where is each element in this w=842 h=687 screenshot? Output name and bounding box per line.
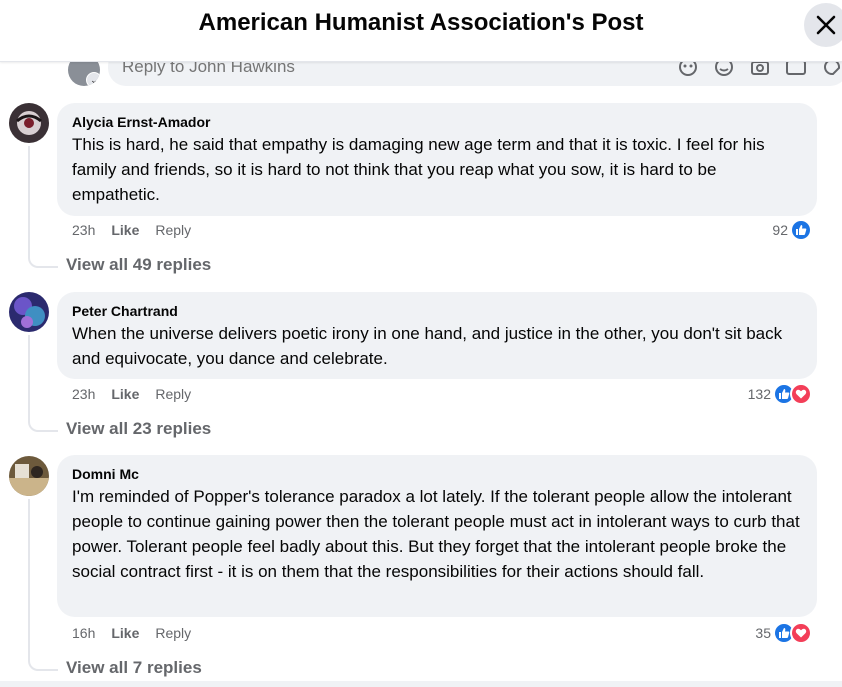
love-reaction-icon — [790, 383, 812, 405]
view-replies-link[interactable]: View all 23 replies — [66, 419, 211, 439]
reaction-summary[interactable]: 35 — [755, 622, 812, 644]
comment-text: I'm reminded of Popper's tolerance parad… — [72, 487, 800, 581]
close-icon — [816, 15, 836, 35]
like-button[interactable]: Like — [111, 222, 139, 238]
reaction-summary[interactable]: 92 — [772, 219, 812, 241]
view-replies-link[interactable]: View all 49 replies — [66, 255, 211, 275]
thread-line — [28, 335, 30, 419]
reply-button[interactable]: Reply — [155, 625, 191, 641]
reaction-count: 92 — [772, 222, 788, 238]
comment-bubble: Alycia Ernst-Amador This is hard, he sai… — [57, 103, 817, 216]
avatar[interactable] — [9, 456, 49, 496]
reaction-summary[interactable]: 132 — [748, 383, 812, 405]
thread-connector — [28, 655, 58, 671]
comment-time[interactable]: 23h — [72, 222, 95, 238]
reaction-count: 35 — [755, 625, 771, 641]
close-button[interactable] — [804, 3, 842, 47]
comment-actions: 16h Like Reply — [72, 625, 191, 641]
thread-connector — [28, 416, 58, 432]
post-title: American Humanist Association's Post — [198, 9, 644, 36]
comment-actions: 23h Like Reply — [72, 386, 191, 402]
comment-actions: 23h Like Reply — [72, 222, 191, 238]
chevron-down-icon[interactable]: ⌄ — [86, 72, 100, 86]
view-replies-link[interactable]: View all 7 replies — [66, 658, 202, 678]
avatar[interactable] — [9, 103, 49, 143]
comment-text: When the universe delivers poetic irony … — [72, 324, 783, 368]
comment-author[interactable]: Peter Chartrand — [72, 302, 803, 320]
love-reaction-icon — [790, 622, 812, 644]
avatar[interactable] — [9, 292, 49, 332]
comment-bubble: Peter Chartrand When the universe delive… — [57, 292, 817, 379]
reaction-count: 132 — [747, 386, 771, 402]
comment-author[interactable]: Domni Mc — [72, 465, 803, 483]
divider — [0, 681, 842, 687]
reply-button[interactable]: Reply — [155, 386, 191, 402]
like-reaction-icon — [790, 219, 812, 241]
thread-line — [28, 146, 30, 256]
dialog-header: American Humanist Association's Post — [0, 0, 842, 62]
comment-author[interactable]: Alycia Ernst-Amador — [72, 113, 803, 131]
like-button[interactable]: Like — [111, 625, 139, 641]
like-button[interactable]: Like — [111, 386, 139, 402]
thread-line — [28, 499, 30, 658]
comment-bubble: Domni Mc I'm reminded of Popper's tolera… — [57, 455, 817, 617]
comment-time[interactable]: 16h — [72, 625, 95, 641]
reply-button[interactable]: Reply — [155, 222, 191, 238]
comment-time[interactable]: 23h — [72, 386, 95, 402]
thread-connector — [28, 252, 58, 268]
comment-text: This is hard, he said that empathy is da… — [72, 135, 765, 204]
